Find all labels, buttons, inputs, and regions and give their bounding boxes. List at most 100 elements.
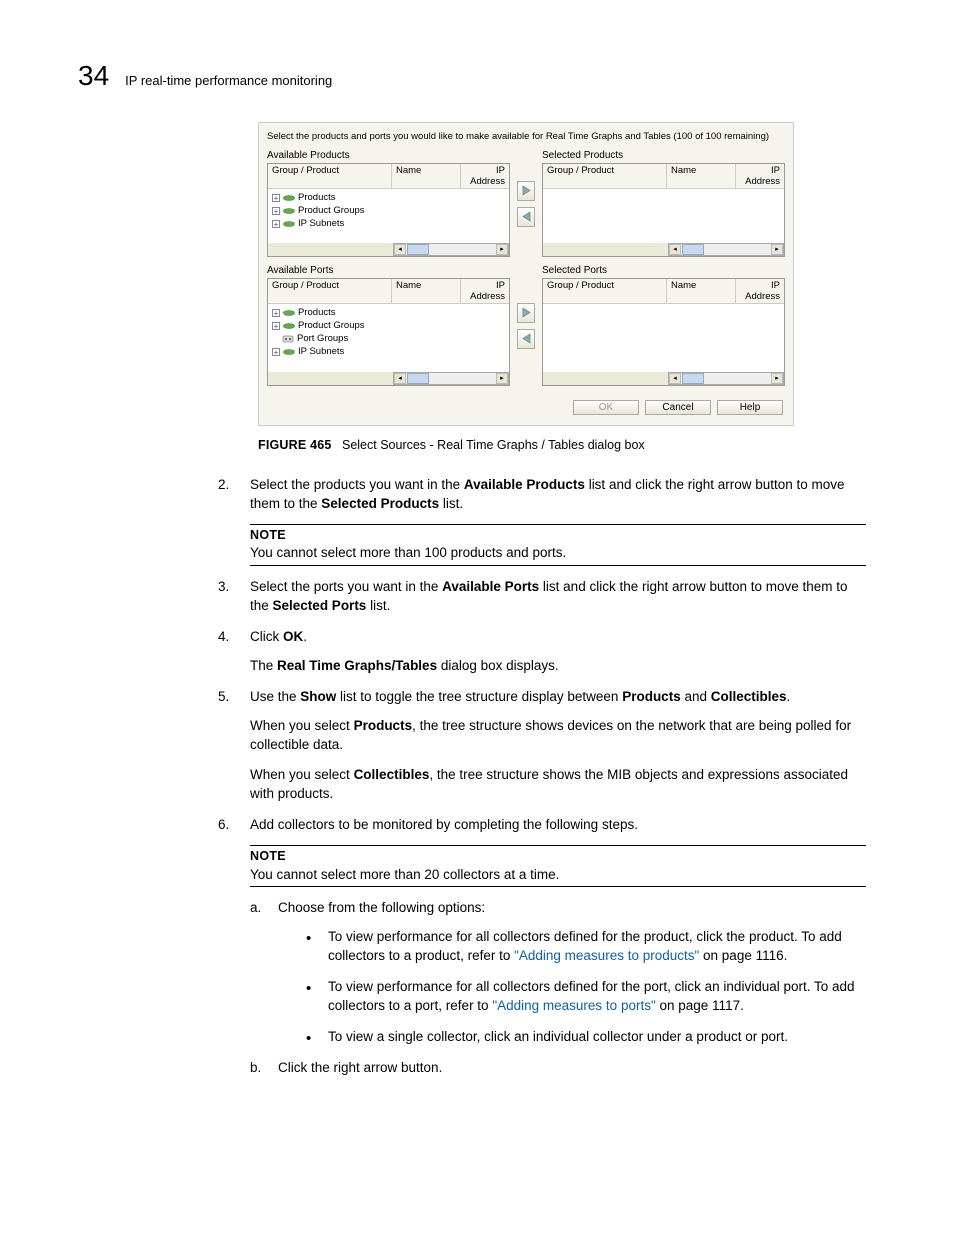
col-header-ip[interactable]: IP Address (736, 164, 784, 188)
col-header-name[interactable]: Name (392, 164, 461, 188)
expand-icon[interactable]: + (272, 220, 280, 228)
step-4: Click OK. The Real Time Graphs/Tables di… (218, 628, 866, 676)
note-text: You cannot select more than 100 products… (250, 544, 866, 563)
expand-icon[interactable]: + (272, 207, 280, 215)
bullet-list: To view performance for all collectors d… (306, 928, 866, 1046)
selected-products-table[interactable]: Group / Product Name IP Address ◂ (542, 163, 785, 257)
expand-icon[interactable]: + (272, 309, 280, 317)
scroll-left-icon[interactable]: ◂ (394, 244, 406, 255)
move-left-button[interactable] (517, 329, 535, 349)
tree-label: Product Groups (298, 319, 365, 332)
tree-body (543, 304, 784, 372)
move-right-button[interactable] (517, 303, 535, 323)
list-item[interactable]: + Product Groups (272, 319, 505, 332)
figure-caption: FIGURE 465 Select Sources - Real Time Gr… (258, 438, 876, 452)
cancel-button[interactable]: Cancel (645, 400, 711, 415)
selected-products-panel: Selected Products Group / Product Name I… (542, 150, 785, 257)
h-scrollbar[interactable]: ◂ ▸ (268, 243, 509, 256)
col-header-name[interactable]: Name (667, 279, 736, 303)
h-scrollbar[interactable]: ◂ ▸ (543, 372, 784, 385)
list-item[interactable]: + Products (272, 191, 505, 204)
bullet-item: To view performance for all collectors d… (306, 928, 866, 966)
col-header-group[interactable]: Group / Product (543, 279, 667, 303)
scroll-left-icon[interactable]: ◂ (394, 373, 406, 384)
help-button[interactable]: Help (717, 400, 783, 415)
figure-caption-text: Select Sources - Real Time Graphs / Tabl… (342, 438, 645, 452)
transfer-buttons (516, 265, 536, 386)
sub-steps: a. Choose from the following options: To… (250, 899, 866, 1077)
tree-label: Products (298, 191, 336, 204)
available-products-panel: Available Products Group / Product Name … (267, 150, 510, 257)
steps-list: Select the products you want in the Avai… (218, 476, 866, 1078)
step-2: Select the products you want in the Avai… (218, 476, 866, 566)
h-scrollbar[interactable]: ◂ ▸ (543, 243, 784, 256)
scroll-thumb[interactable] (407, 373, 429, 384)
available-ports-table[interactable]: Group / Product Name IP Address + Produc… (267, 278, 510, 386)
expand-icon[interactable]: + (272, 194, 280, 202)
selected-ports-table[interactable]: Group / Product Name IP Address ◂ (542, 278, 785, 386)
col-header-group[interactable]: Group / Product (268, 279, 392, 303)
page-title: IP real-time performance monitoring (125, 73, 332, 88)
col-header-group[interactable]: Group / Product (543, 164, 667, 188)
table-header-row: Group / Product Name IP Address (543, 279, 784, 304)
folder-icon (283, 308, 295, 318)
scroll-left-icon[interactable]: ◂ (669, 244, 681, 255)
selected-ports-panel: Selected Ports Group / Product Name IP A… (542, 265, 785, 386)
col-header-ip[interactable]: IP Address (461, 164, 509, 188)
link-adding-products[interactable]: "Adding measures to products" (514, 948, 699, 963)
scroll-right-icon[interactable]: ▸ (496, 373, 508, 384)
list-item[interactable]: + IP Subnets (272, 217, 505, 230)
step-4-paragraph: The Real Time Graphs/Tables dialog box d… (250, 657, 866, 676)
selected-ports-title: Selected Ports (542, 265, 785, 276)
list-item[interactable]: + Products (272, 306, 505, 319)
page-header: 34 IP real-time performance monitoring (78, 60, 876, 92)
bullet-item: To view performance for all collectors d… (306, 978, 866, 1016)
folder-icon (283, 347, 295, 357)
scroll-right-icon[interactable]: ▸ (771, 244, 783, 255)
scroll-thumb[interactable] (682, 373, 704, 384)
scroll-right-icon[interactable]: ▸ (496, 244, 508, 255)
sub-step-b: b. Click the right arrow button. (250, 1059, 866, 1078)
move-right-button[interactable] (517, 181, 535, 201)
tree-label: IP Subnets (298, 217, 344, 230)
col-header-name[interactable]: Name (392, 279, 461, 303)
link-adding-ports[interactable]: "Adding measures to ports" (492, 998, 655, 1013)
list-item[interactable]: + Product Groups (272, 204, 505, 217)
body-content: Select the products you want in the Avai… (218, 476, 866, 1078)
sub-step-marker: b. (250, 1059, 261, 1078)
tree-label: Product Groups (298, 204, 365, 217)
col-header-name[interactable]: Name (667, 164, 736, 188)
figure-dialog: Select the products and ports you would … (258, 122, 876, 426)
tree-body: + Products + Pro (268, 189, 509, 243)
tree-label: IP Subnets (298, 345, 344, 358)
col-header-ip[interactable]: IP Address (736, 279, 784, 303)
scroll-left-icon[interactable]: ◂ (669, 373, 681, 384)
step-3: Select the ports you want in the Availab… (218, 578, 866, 616)
available-ports-title: Available Ports (267, 265, 510, 276)
scroll-thumb[interactable] (682, 244, 704, 255)
available-products-table[interactable]: Group / Product Name IP Address + Produc… (267, 163, 510, 257)
col-header-group[interactable]: Group / Product (268, 164, 392, 188)
folder-icon (283, 193, 295, 203)
h-scrollbar[interactable]: ◂ ▸ (268, 372, 509, 385)
list-item[interactable]: Port Groups (282, 332, 505, 345)
selected-products-title: Selected Products (542, 150, 785, 161)
note-label: NOTE (250, 848, 866, 866)
ports-row: Available Ports Group / Product Name IP … (267, 265, 785, 386)
col-header-ip[interactable]: IP Address (461, 279, 509, 303)
note-label: NOTE (250, 527, 866, 545)
expand-icon[interactable]: + (272, 348, 280, 356)
tree-body (543, 189, 784, 243)
move-left-button[interactable] (517, 207, 535, 227)
select-sources-dialog: Select the products and ports you would … (258, 122, 794, 426)
scroll-right-icon[interactable]: ▸ (771, 373, 783, 384)
step-5: Use the Show list to toggle the tree str… (218, 688, 866, 804)
tree-body: + Products + Pro (268, 304, 509, 372)
tree-label: Products (298, 306, 336, 319)
expand-icon[interactable]: + (272, 322, 280, 330)
folder-icon (283, 321, 295, 331)
scroll-thumb[interactable] (407, 244, 429, 255)
ok-button[interactable]: OK (573, 400, 639, 415)
folder-icon (283, 219, 295, 229)
list-item[interactable]: + IP Subnets (272, 345, 505, 358)
